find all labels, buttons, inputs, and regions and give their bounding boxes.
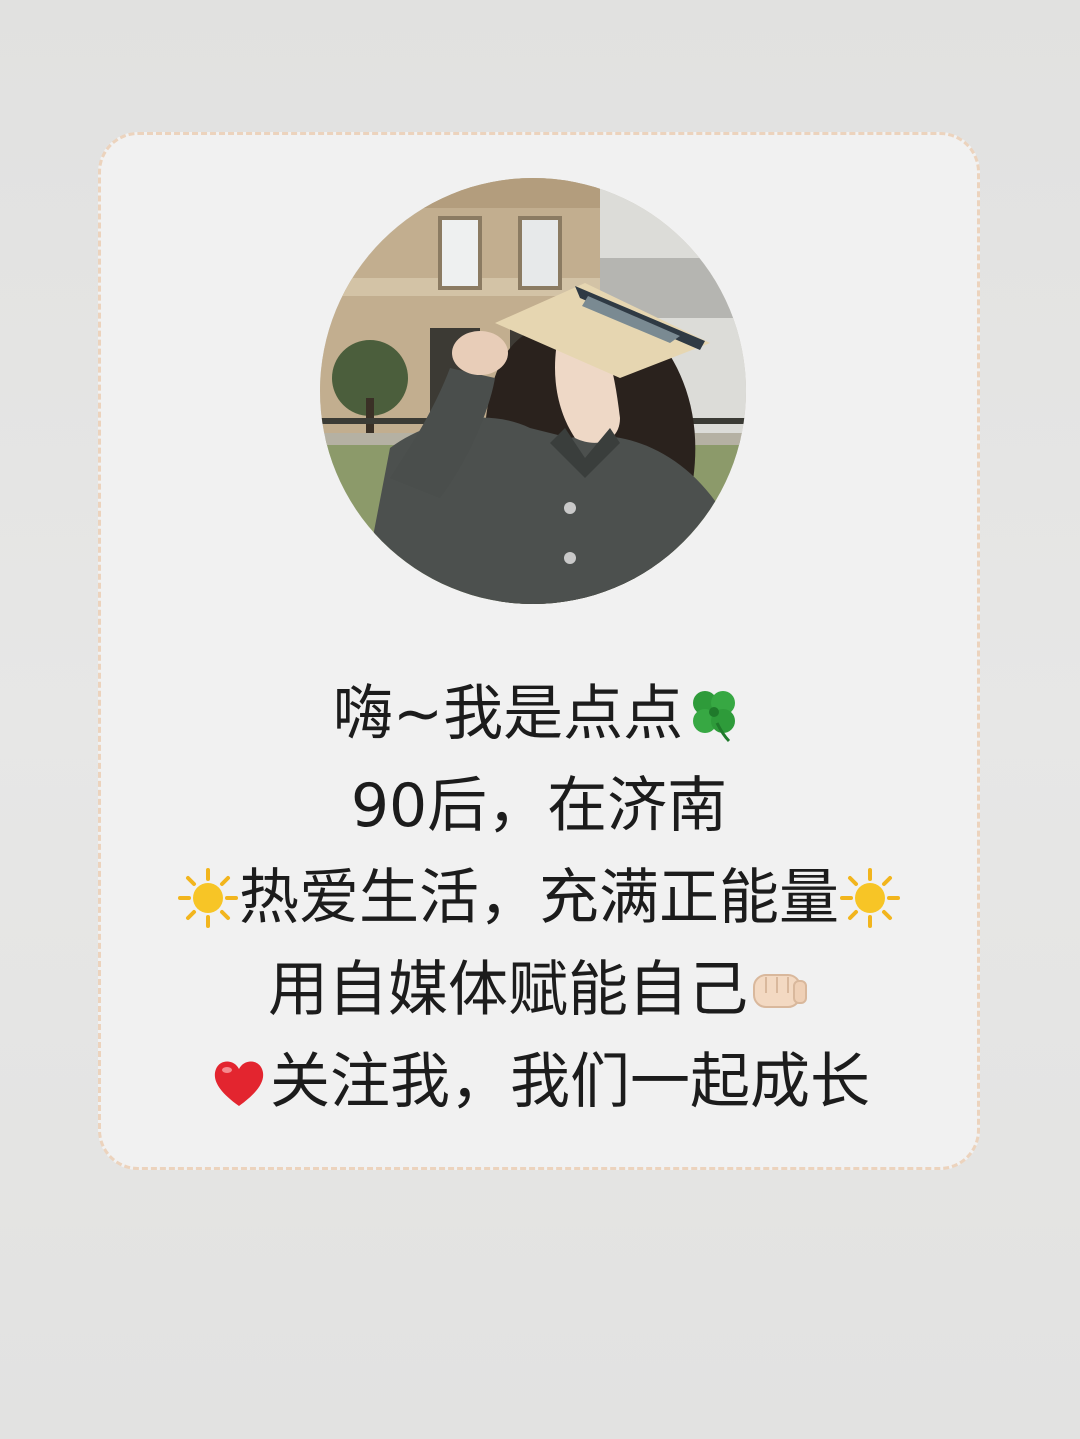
fist-icon	[748, 959, 810, 1021]
sun-icon	[839, 867, 901, 929]
intro-line-love-life: 热爱生活，充满正能量	[98, 852, 980, 944]
avatar	[320, 178, 746, 604]
four-leaf-clover-icon	[683, 683, 745, 745]
heart-icon	[208, 1051, 270, 1113]
love-life-text: 热爱生活，充满正能量	[239, 863, 839, 933]
intro-line-follow: 关注我，我们一起成长	[98, 1036, 980, 1128]
intro-line-age-city: 90后，在济南	[98, 760, 980, 852]
profile-photo	[320, 178, 746, 604]
follow-text: 关注我，我们一起成长	[270, 1047, 870, 1117]
intro-line-self-media: 用自媒体赋能自己	[98, 944, 980, 1036]
page-background: 嗨~我是点点 90后，在济南 热爱生活，充满正能量 用自媒体赋能自己 关注我，我…	[0, 0, 1080, 1439]
greeting-text: 嗨~我是点点	[332, 679, 684, 749]
age-city-text: 90后，在济南	[350, 771, 728, 841]
intro-line-greeting: 嗨~我是点点	[98, 668, 980, 760]
intro-text: 嗨~我是点点 90后，在济南 热爱生活，充满正能量 用自媒体赋能自己 关注我，我…	[98, 668, 980, 1128]
sun-icon	[177, 867, 239, 929]
self-media-text: 用自媒体赋能自己	[268, 955, 748, 1025]
